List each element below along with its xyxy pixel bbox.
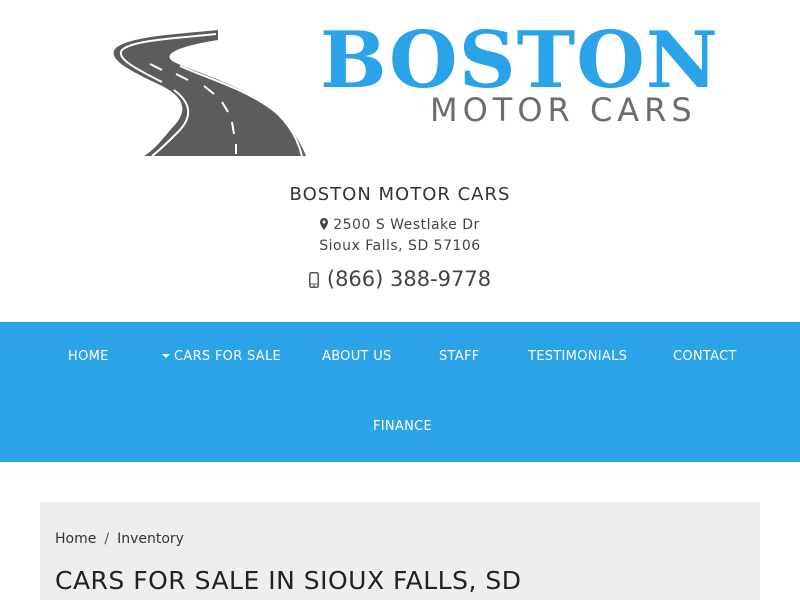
nav-testimonials[interactable]: TESTIMONIALS	[528, 322, 627, 392]
nav-home[interactable]: HOME	[68, 322, 109, 392]
nav-cars-for-sale[interactable]: CARS FOR SALE	[162, 322, 281, 392]
caret-down-icon	[162, 354, 170, 358]
map-pin-icon	[320, 218, 329, 230]
address-line-1-text: 2500 S Westlake Dr	[333, 217, 480, 233]
nav-about-us[interactable]: ABOUT US	[322, 322, 392, 392]
address-line-1[interactable]: 2500 S Westlake Dr	[0, 215, 800, 236]
address-line-2[interactable]: Sioux Falls, SD 57106	[0, 236, 800, 257]
nav-finance[interactable]: FINANCE	[373, 392, 432, 462]
logo-motor-cars-text[interactable]: MOTOR CARS	[430, 94, 697, 126]
breadcrumb-home-link[interactable]: Home	[55, 531, 96, 547]
breadcrumb-current: Inventory	[117, 531, 184, 547]
breadcrumb-separator: /	[104, 531, 110, 547]
breadcrumb: Home / Inventory	[55, 531, 184, 547]
nav-cars-for-sale-label: CARS FOR SALE	[174, 349, 282, 364]
road-logo-icon[interactable]	[110, 28, 306, 158]
dealer-name: BOSTON MOTOR CARS	[289, 184, 511, 205]
phone-link[interactable]: (866) 388-9778	[0, 267, 800, 291]
mobile-phone-icon	[308, 272, 319, 288]
phone-number: (866) 388-9778	[326, 267, 492, 291]
logo-boston-text[interactable]: BOSTON	[320, 22, 719, 100]
main-nav: HOME CARS FOR SALE ABOUT US STAFF TESTIM…	[0, 322, 800, 462]
nav-staff[interactable]: STAFF	[439, 322, 480, 392]
nav-contact[interactable]: CONTACT	[673, 322, 737, 392]
page-title: CARS FOR SALE IN SIOUX FALLS, SD	[55, 566, 522, 595]
dealer-address[interactable]: 2500 S Westlake Dr Sioux Falls, SD 57106	[0, 215, 800, 257]
page-header-box: Home / Inventory CARS FOR SALE IN SIOUX FA…	[40, 502, 760, 600]
site-header: BOSTON MOTOR CARS BOSTON MOTOR CARS 2500…	[0, 0, 800, 322]
